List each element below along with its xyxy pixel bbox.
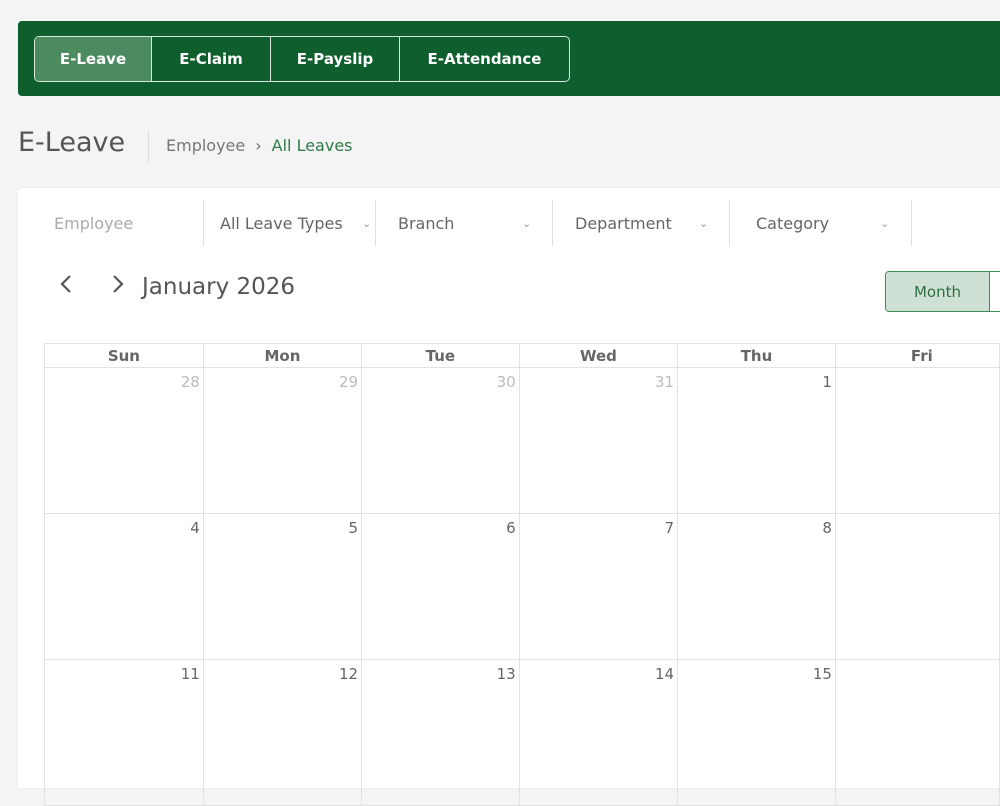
view-toggle-group: Month (885, 271, 1000, 312)
day-number: 15 (812, 665, 832, 683)
next-view-button[interactable] (990, 272, 1000, 311)
breadcrumb-current: All Leaves (271, 136, 353, 155)
calendar-day-cell[interactable]: 11 (44, 659, 204, 806)
day-number (836, 660, 999, 665)
weekday-header: Wed (518, 343, 679, 368)
category-select[interactable]: Category ⌄ (756, 200, 906, 246)
day-number (836, 368, 999, 373)
department-value: Department (575, 213, 672, 233)
filter-divider (552, 200, 553, 246)
chevron-down-icon: ⌄ (699, 216, 709, 230)
day-number: 8 (822, 519, 832, 537)
day-number: 4 (190, 519, 200, 537)
weekday-header: Fri (834, 343, 1000, 368)
breadcrumb: Employee › All Leaves (166, 136, 353, 155)
day-number (836, 514, 999, 519)
filter-bar: Employee All Leave Types ⌄ Branch ⌄ Depa… (18, 200, 1000, 246)
day-number: 30 (496, 373, 516, 391)
calendar-day-cell[interactable]: 14 (518, 659, 679, 806)
chevron-left-icon (60, 275, 71, 293)
tab-e-payslip[interactable]: E-Payslip (271, 37, 400, 81)
category-value: Category (756, 213, 830, 233)
module-tab-group: E-Leave E-Claim E-Payslip E-Attendance (34, 36, 570, 82)
day-number: 6 (506, 519, 516, 537)
next-month-button[interactable] (110, 272, 126, 302)
tab-e-leave[interactable]: E-Leave (35, 37, 152, 81)
day-number: 12 (338, 665, 359, 683)
weekday-header: Tue (361, 343, 520, 368)
calendar-day-cell[interactable]: 12 (202, 659, 363, 806)
weekday-header: Sun (44, 343, 204, 368)
calendar-day-cell[interactable] (834, 513, 1000, 660)
prev-month-button[interactable] (58, 272, 74, 302)
calendar-week-row: 11 12 13 14 15 (44, 659, 1000, 806)
day-number: 13 (496, 665, 516, 683)
filter-divider (375, 200, 376, 246)
calendar-day-cell[interactable] (834, 367, 1000, 514)
calendar-day-cell[interactable]: 28 (44, 367, 204, 514)
day-number: 29 (338, 373, 359, 391)
day-number: 28 (180, 373, 200, 391)
filter-divider (911, 200, 912, 246)
top-navigation-bar: E-Leave E-Claim E-Payslip E-Attendance (18, 21, 1000, 96)
chevron-down-icon: ⌄ (522, 216, 532, 230)
weekday-header: Mon (202, 343, 363, 368)
calendar-day-cell[interactable]: 13 (361, 659, 520, 806)
calendar-week-row: 4 5 6 7 8 (44, 513, 1000, 660)
day-number: 5 (348, 519, 359, 537)
leave-type-value: All Leave Types (220, 213, 343, 233)
title-divider (148, 130, 149, 162)
chevron-right-icon (113, 275, 124, 293)
calendar-day-cell[interactable]: 29 (202, 367, 363, 514)
chevron-down-icon: ⌄ (880, 216, 890, 230)
weekday-header: Thu (677, 343, 836, 368)
calendar-day-cell[interactable]: 5 (202, 513, 363, 660)
employee-filter-input[interactable]: Employee (54, 200, 204, 246)
breadcrumb-separator-icon: › (255, 136, 262, 155)
day-number: 14 (654, 665, 675, 683)
weekday-header-row: Sun Mon Tue Wed Thu Fri (44, 343, 1000, 368)
chevron-down-icon: ⌄ (362, 216, 372, 230)
department-select[interactable]: Department ⌄ (575, 200, 727, 246)
calendar-day-cell[interactable]: 7 (518, 513, 679, 660)
calendar-grid: Sun Mon Tue Wed Thu Fri 28 29 30 31 1 4 … (44, 343, 1000, 806)
day-number: 7 (664, 519, 675, 537)
tab-e-claim[interactable]: E-Claim (152, 37, 271, 81)
calendar-day-cell[interactable]: 1 (677, 367, 836, 514)
calendar-day-cell[interactable]: 31 (518, 367, 679, 514)
calendar-day-cell[interactable]: 30 (361, 367, 520, 514)
day-number: 31 (654, 373, 675, 391)
calendar-day-cell[interactable]: 15 (677, 659, 836, 806)
filter-divider (729, 200, 730, 246)
breadcrumb-employee-link[interactable]: Employee (166, 136, 245, 155)
branch-select[interactable]: Branch ⌄ (398, 200, 550, 246)
calendar-day-cell[interactable]: 6 (361, 513, 520, 660)
branch-value: Branch (398, 213, 455, 233)
leave-type-select[interactable]: All Leave Types ⌄ (220, 200, 374, 246)
employee-filter-placeholder: Employee (54, 213, 134, 233)
calendar-week-row: 28 29 30 31 1 (44, 367, 1000, 514)
calendar-day-cell[interactable]: 8 (677, 513, 836, 660)
calendar-day-cell[interactable]: 4 (44, 513, 204, 660)
month-view-button[interactable]: Month (886, 272, 990, 311)
day-number: 11 (180, 665, 200, 683)
page-title: E-Leave (18, 127, 126, 158)
current-month-title: January 2026 (142, 274, 296, 300)
filter-divider (203, 200, 204, 246)
calendar-day-cell[interactable] (834, 659, 1000, 806)
day-number: 1 (822, 373, 832, 391)
tab-e-attendance[interactable]: E-Attendance (400, 37, 569, 81)
